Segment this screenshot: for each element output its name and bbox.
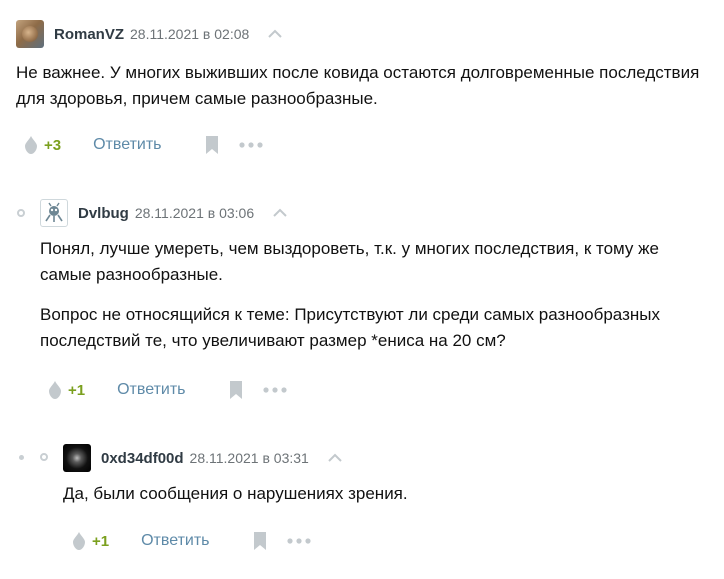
comment-paragraph: Понял, лучше умереть, чем выздороветь, т…: [40, 239, 659, 284]
comment-actions: +1 Ответить: [48, 378, 287, 402]
comment-body: Да, были сообщения о нарушениях зрения.: [63, 481, 703, 507]
bookmark-icon[interactable]: [229, 380, 243, 400]
more-icon[interactable]: [286, 538, 311, 544]
avatar[interactable]: [40, 199, 68, 227]
vote-score: +1: [92, 532, 110, 550]
username[interactable]: RomanVZ: [54, 26, 124, 43]
bookmark-icon[interactable]: [205, 135, 219, 155]
comment-date[interactable]: 28.11.2021 в 03:06: [135, 205, 254, 221]
comment-actions: +1 Ответить: [72, 529, 311, 553]
avatar[interactable]: [16, 20, 44, 48]
comment-paragraph: Да, были сообщения о нарушениях зрения.: [63, 484, 408, 503]
reply-link[interactable]: Ответить: [141, 532, 209, 550]
comment-paragraph: Вопрос не относящийся к теме: Присутству…: [40, 305, 660, 350]
comment-header: Dvlbug 28.11.2021 в 03:06: [40, 197, 288, 229]
bookmark-icon[interactable]: [253, 531, 267, 551]
comment-paragraph: Не важнее. У многих выживших после ковид…: [16, 63, 700, 108]
comment-body: Понял, лучше умереть, чем выздороветь, т…: [40, 236, 710, 354]
diamond-vote-icon[interactable]: [24, 135, 38, 155]
up-arrow-icon[interactable]: [267, 28, 283, 40]
username[interactable]: 0xd34df00d: [101, 450, 184, 467]
username[interactable]: Dvlbug: [78, 205, 129, 222]
up-arrow-icon[interactable]: [327, 452, 343, 464]
vote-score: +1: [68, 381, 86, 399]
reply-link[interactable]: Ответить: [117, 381, 185, 399]
diamond-vote-icon[interactable]: [72, 531, 86, 551]
reply-link[interactable]: Ответить: [93, 136, 161, 154]
more-icon[interactable]: [262, 387, 287, 393]
more-icon[interactable]: [238, 142, 263, 148]
thread-indicator[interactable]: [19, 455, 24, 460]
avatar[interactable]: [63, 444, 91, 472]
diamond-vote-icon[interactable]: [48, 380, 62, 400]
comment-body: Не важнее. У многих выживших после ковид…: [16, 60, 706, 112]
thread-indicator[interactable]: [40, 453, 48, 461]
comment-date[interactable]: 28.11.2021 в 03:31: [190, 450, 309, 466]
thread-indicator[interactable]: [17, 209, 25, 217]
comment-header: RomanVZ 28.11.2021 в 02:08: [16, 18, 283, 50]
vote-score: +3: [44, 136, 62, 154]
comment-header: 0xd34df00d 28.11.2021 в 03:31: [63, 442, 343, 474]
comment-actions: +3 Ответить: [24, 133, 263, 157]
comment-date[interactable]: 28.11.2021 в 02:08: [130, 26, 249, 42]
robot-avatar-icon: [45, 202, 63, 222]
up-arrow-icon[interactable]: [272, 207, 288, 219]
